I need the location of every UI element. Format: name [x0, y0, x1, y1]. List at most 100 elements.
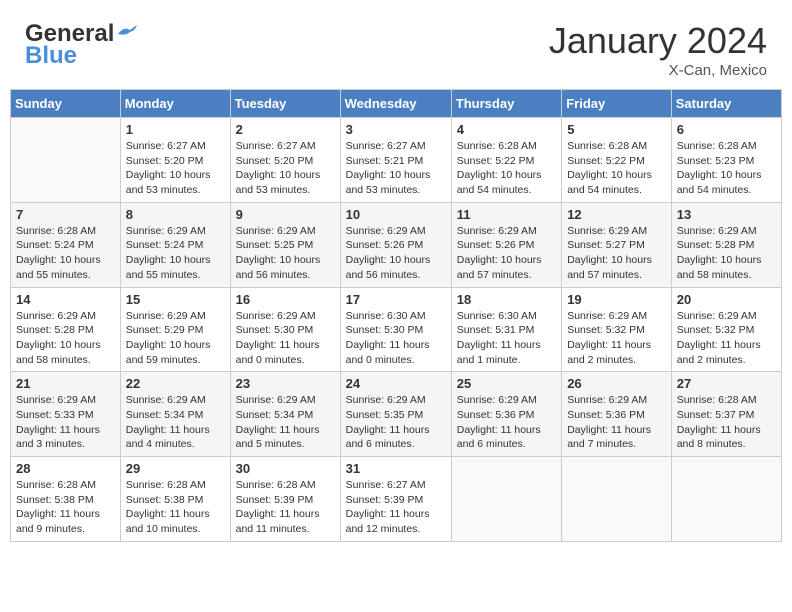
calendar-week-row: 1 Sunrise: 6:27 AM Sunset: 5:20 PM Daylig…: [11, 118, 782, 203]
day-info: Sunrise: 6:29 AM Sunset: 5:25 PM Dayligh…: [236, 224, 335, 283]
day-info: Sunrise: 6:27 AM Sunset: 5:39 PM Dayligh…: [346, 478, 446, 537]
calendar-cell: 10 Sunrise: 6:29 AM Sunset: 5:26 PM Dayli…: [340, 202, 451, 287]
calendar-cell: 24 Sunrise: 6:29 AM Sunset: 5:35 PM Dayli…: [340, 372, 451, 457]
calendar-cell: 14 Sunrise: 6:29 AM Sunset: 5:28 PM Dayli…: [11, 287, 121, 372]
calendar-cell: 27Sunrise: 6:28 AM Sunset: 5:37 PM Dayli…: [671, 372, 781, 457]
calendar-cell: [562, 457, 672, 542]
day-number: 22: [126, 376, 225, 391]
day-info: Sunrise: 6:28 AM Sunset: 5:22 PM Dayligh…: [457, 139, 556, 198]
logo-bird-icon: [116, 24, 138, 40]
logo-blue: Blue: [25, 42, 77, 70]
day-info: Sunrise: 6:28 AM Sunset: 5:23 PM Dayligh…: [677, 139, 776, 198]
day-info: Sunrise: 6:29 AM Sunset: 5:32 PM Dayligh…: [567, 309, 666, 368]
day-info: Sunrise: 6:29 AM Sunset: 5:36 PM Dayligh…: [567, 393, 666, 452]
calendar-cell: 17 Sunrise: 6:30 AM Sunset: 5:30 PM Dayli…: [340, 287, 451, 372]
day-number: 9: [236, 207, 335, 222]
day-number: 26: [567, 376, 666, 391]
calendar-cell: 11 Sunrise: 6:29 AM Sunset: 5:26 PM Dayli…: [451, 202, 561, 287]
day-number: 1: [126, 122, 225, 137]
day-number: 19: [567, 292, 666, 307]
calendar-cell: 5 Sunrise: 6:28 AM Sunset: 5:22 PM Daylig…: [562, 118, 672, 203]
day-info: Sunrise: 6:27 AM Sunset: 5:20 PM Dayligh…: [126, 139, 225, 198]
calendar-cell: [451, 457, 561, 542]
day-number: 17: [346, 292, 446, 307]
weekday-header-row: SundayMondayTuesdayWednesdayThursdayFrid…: [11, 90, 782, 118]
logo: General Blue: [25, 20, 138, 70]
day-number: 18: [457, 292, 556, 307]
day-number: 29: [126, 461, 225, 476]
day-info: Sunrise: 6:28 AM Sunset: 5:38 PM Dayligh…: [16, 478, 115, 537]
calendar-week-row: 14 Sunrise: 6:29 AM Sunset: 5:28 PM Dayli…: [11, 287, 782, 372]
calendar-cell: 16 Sunrise: 6:29 AM Sunset: 5:30 PM Dayli…: [230, 287, 340, 372]
calendar-cell: 6 Sunrise: 6:28 AM Sunset: 5:23 PM Daylig…: [671, 118, 781, 203]
day-number: 24: [346, 376, 446, 391]
day-info: Sunrise: 6:29 AM Sunset: 5:34 PM Dayligh…: [126, 393, 225, 452]
calendar-cell: 23 Sunrise: 6:29 AM Sunset: 5:34 PM Dayli…: [230, 372, 340, 457]
day-number: 7: [16, 207, 115, 222]
day-info: Sunrise: 6:28 AM Sunset: 5:22 PM Dayligh…: [567, 139, 666, 198]
calendar-week-row: 7 Sunrise: 6:28 AM Sunset: 5:24 PM Daylig…: [11, 202, 782, 287]
day-info: Sunrise: 6:29 AM Sunset: 5:35 PM Dayligh…: [346, 393, 446, 452]
calendar-cell: 21 Sunrise: 6:29 AM Sunset: 5:33 PM Dayli…: [11, 372, 121, 457]
day-number: 11: [457, 207, 556, 222]
day-number: 6: [677, 122, 776, 137]
day-number: 21: [16, 376, 115, 391]
weekday-header-thursday: Thursday: [451, 90, 561, 118]
day-number: 28: [16, 461, 115, 476]
day-info: Sunrise: 6:29 AM Sunset: 5:28 PM Dayligh…: [16, 309, 115, 368]
calendar-cell: 26 Sunrise: 6:29 AM Sunset: 5:36 PM Dayli…: [562, 372, 672, 457]
weekday-header-wednesday: Wednesday: [340, 90, 451, 118]
day-info: Sunrise: 6:30 AM Sunset: 5:30 PM Dayligh…: [346, 309, 446, 368]
calendar-cell: 19 Sunrise: 6:29 AM Sunset: 5:32 PM Dayli…: [562, 287, 672, 372]
day-info: Sunrise: 6:29 AM Sunset: 5:24 PM Dayligh…: [126, 224, 225, 283]
day-info: Sunrise: 6:29 AM Sunset: 5:34 PM Dayligh…: [236, 393, 335, 452]
calendar-table: SundayMondayTuesdayWednesdayThursdayFrid…: [10, 89, 782, 542]
day-info: Sunrise: 6:27 AM Sunset: 5:20 PM Dayligh…: [236, 139, 335, 198]
day-info: Sunrise: 6:29 AM Sunset: 5:27 PM Dayligh…: [567, 224, 666, 283]
day-number: 5: [567, 122, 666, 137]
day-number: 12: [567, 207, 666, 222]
month-year-title: January 2024: [549, 20, 767, 62]
day-info: Sunrise: 6:28 AM Sunset: 5:24 PM Dayligh…: [16, 224, 115, 283]
calendar-cell: 8Sunrise: 6:29 AM Sunset: 5:24 PM Daylig…: [120, 202, 230, 287]
title-block: January 2024 X-Can, Mexico: [549, 20, 767, 79]
calendar-week-row: 28 Sunrise: 6:28 AM Sunset: 5:38 PM Dayli…: [11, 457, 782, 542]
calendar-cell: 1 Sunrise: 6:27 AM Sunset: 5:20 PM Daylig…: [120, 118, 230, 203]
day-number: 15: [126, 292, 225, 307]
calendar-cell: 7 Sunrise: 6:28 AM Sunset: 5:24 PM Daylig…: [11, 202, 121, 287]
day-number: 27: [677, 376, 776, 391]
weekday-header-tuesday: Tuesday: [230, 90, 340, 118]
day-number: 23: [236, 376, 335, 391]
day-number: 14: [16, 292, 115, 307]
location-subtitle: X-Can, Mexico: [549, 62, 767, 79]
day-info: Sunrise: 6:29 AM Sunset: 5:26 PM Dayligh…: [346, 224, 446, 283]
day-info: Sunrise: 6:29 AM Sunset: 5:30 PM Dayligh…: [236, 309, 335, 368]
calendar-cell: 3 Sunrise: 6:27 AM Sunset: 5:21 PM Daylig…: [340, 118, 451, 203]
calendar-cell: 20Sunrise: 6:29 AM Sunset: 5:32 PM Dayli…: [671, 287, 781, 372]
calendar-cell: 22 Sunrise: 6:29 AM Sunset: 5:34 PM Dayli…: [120, 372, 230, 457]
day-info: Sunrise: 6:29 AM Sunset: 5:32 PM Dayligh…: [677, 309, 776, 368]
day-number: 31: [346, 461, 446, 476]
day-info: Sunrise: 6:27 AM Sunset: 5:21 PM Dayligh…: [346, 139, 446, 198]
day-number: 16: [236, 292, 335, 307]
day-info: Sunrise: 6:30 AM Sunset: 5:31 PM Dayligh…: [457, 309, 556, 368]
day-info: Sunrise: 6:29 AM Sunset: 5:33 PM Dayligh…: [16, 393, 115, 452]
day-number: 25: [457, 376, 556, 391]
calendar-cell: 15Sunrise: 6:29 AM Sunset: 5:29 PM Dayli…: [120, 287, 230, 372]
day-number: 10: [346, 207, 446, 222]
calendar-cell: 29 Sunrise: 6:28 AM Sunset: 5:38 PM Dayli…: [120, 457, 230, 542]
day-info: Sunrise: 6:29 AM Sunset: 5:28 PM Dayligh…: [677, 224, 776, 283]
calendar-cell: 4 Sunrise: 6:28 AM Sunset: 5:22 PM Daylig…: [451, 118, 561, 203]
calendar-cell: 31 Sunrise: 6:27 AM Sunset: 5:39 PM Dayli…: [340, 457, 451, 542]
weekday-header-friday: Friday: [562, 90, 672, 118]
weekday-header-saturday: Saturday: [671, 90, 781, 118]
calendar-cell: 25 Sunrise: 6:29 AM Sunset: 5:36 PM Dayli…: [451, 372, 561, 457]
day-info: Sunrise: 6:28 AM Sunset: 5:39 PM Dayligh…: [236, 478, 335, 537]
calendar-cell: [671, 457, 781, 542]
day-info: Sunrise: 6:29 AM Sunset: 5:26 PM Dayligh…: [457, 224, 556, 283]
page-header: General Blue January 2024 X-Can, Mexico: [10, 10, 782, 84]
day-number: 4: [457, 122, 556, 137]
day-info: Sunrise: 6:29 AM Sunset: 5:36 PM Dayligh…: [457, 393, 556, 452]
day-info: Sunrise: 6:28 AM Sunset: 5:38 PM Dayligh…: [126, 478, 225, 537]
day-number: 3: [346, 122, 446, 137]
